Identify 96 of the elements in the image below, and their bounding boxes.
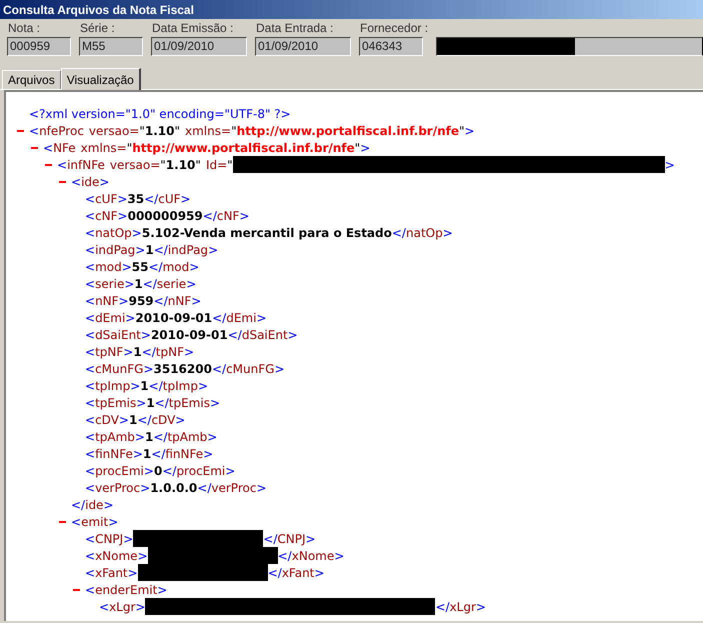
xml-tag: > <box>664 156 675 174</box>
element-value: 1.0.0.0 <box>150 480 198 496</box>
field-label: Fornecedor : <box>360 21 428 37</box>
xml-tag: <tpImp> <box>85 376 140 394</box>
xml-tag: </xNome> <box>278 546 344 564</box>
xml-tag: <dSaiEnt> <box>85 326 151 344</box>
xml-tag: </dSaiEnt> <box>228 326 298 344</box>
xml-tag: <cDV> <box>85 410 129 428</box>
read-only-field: M55 <box>79 37 143 56</box>
element-value: 2010-09-01 <box>135 310 212 326</box>
xml-tag: </tpImp> <box>148 376 208 394</box>
xml-tag: </ide> <box>71 496 114 514</box>
attribute-name: versao= <box>88 122 140 140</box>
xml-tag: </nNF> <box>154 292 202 310</box>
xml-tag: <tpEmis> <box>85 394 146 412</box>
read-only-field: 046343 <box>359 37 423 56</box>
xml-tag: <CNPJ> <box>85 530 134 548</box>
xml-tag: </tpNF> <box>142 342 194 360</box>
field-label: Nota : <box>8 21 42 37</box>
xml-tag: </cUF> <box>144 190 191 208</box>
xml-tag: </xFant> <box>268 564 324 582</box>
xml-tag: <procEmi> <box>85 462 154 480</box>
xml-tag: </xLgr> <box>435 598 486 616</box>
xml-tag: <ide> <box>71 172 110 190</box>
attribute-name: versao= <box>110 156 160 174</box>
xml-tag: </tpAmb> <box>153 428 218 446</box>
xml-tag: </mod> <box>148 258 200 276</box>
xml-tag: <xNome> <box>85 546 148 564</box>
xml-tag: </serie> <box>142 274 196 292</box>
tab[interactable]: Visualização <box>60 68 141 90</box>
element-value: 1 <box>145 242 154 258</box>
xml-tag: <verProc> <box>85 478 150 496</box>
tab[interactable]: Arquivos <box>2 70 61 89</box>
attribute-name: Id= <box>206 156 228 174</box>
attribute-value: " <box>227 156 233 174</box>
xml-tag: <tpNF> <box>85 342 134 360</box>
element-value: 1 <box>133 344 142 360</box>
element-value: 1 <box>128 412 138 428</box>
attribute-name: xmlns= <box>185 122 232 140</box>
xml-tag: <emit> <box>71 512 118 530</box>
xml-tag: </procEmi> <box>162 462 236 480</box>
element-value: 1 <box>134 276 143 292</box>
xml-tag: <dEmi> <box>85 308 136 326</box>
xml-tag: </dEmi> <box>212 308 267 326</box>
xml-tag: </verProc> <box>197 478 266 496</box>
xml-declaration: <?xml version="1.0" encoding="UTF-8" ?> <box>29 106 291 122</box>
element-value: 1 <box>144 428 154 446</box>
element-value: 1 <box>146 394 155 412</box>
element-value: 000000959 <box>128 208 203 224</box>
xml-tag: <cUF> <box>85 190 128 208</box>
xml-tag: </indPag> <box>154 240 218 258</box>
xml-tag: </tpEmis> <box>154 394 220 412</box>
attribute-value: "1.10" <box>139 122 180 140</box>
read-only-field: 01/09/2010 <box>151 37 247 56</box>
xml-tag: <cMunFG> <box>85 360 154 378</box>
field-label: Data Emissão : <box>152 21 234 37</box>
element-value: 2010-09-01 <box>150 326 228 344</box>
xml-tag: <indPag> <box>85 240 146 258</box>
xml-tag: <serie> <box>85 274 134 292</box>
element-value: 3516200 <box>154 360 212 378</box>
element-value: 959 <box>128 292 154 310</box>
xml-tag: </natOp> <box>392 224 453 242</box>
xml-tag: <finNFe> <box>85 444 143 462</box>
xml-tag: <enderEmit> <box>85 580 168 598</box>
xml-tag: > <box>360 138 370 156</box>
xml-tag: <tpAmb> <box>85 428 145 446</box>
xml-tag: </cNF> <box>202 206 250 224</box>
element-value: 1 <box>142 446 152 462</box>
xml-tag: <xLgr> <box>99 598 146 616</box>
field-label: Data Entrada : <box>256 21 334 37</box>
attribute-value: "http://www.portalfiscal.inf.br/nfe" <box>126 140 360 156</box>
xml-tag: <nNF> <box>85 292 129 310</box>
xml-tag: <nfeProc <box>29 122 84 140</box>
element-value: 0 <box>154 462 162 480</box>
element-value: 35 <box>127 190 144 208</box>
element-value: 1 <box>140 378 149 394</box>
xml-tag: <cNF> <box>85 206 128 224</box>
xml-tag: <natOp> <box>85 224 142 242</box>
xml-tag: <infNFe <box>57 156 105 174</box>
xml-tag: </finNFe> <box>151 444 214 462</box>
xml-tag: <mod> <box>85 258 132 276</box>
xml-tag: </cMunFG> <box>212 360 284 378</box>
xml-tag: > <box>464 122 475 140</box>
attribute-value: "1.10" <box>160 156 201 174</box>
element-value: 5.102-Venda mercantil para o Estado <box>142 224 392 242</box>
xml-tag: </CNPJ> <box>263 530 316 548</box>
read-only-field: 000959 <box>7 37 71 56</box>
attribute-value: "http://www.portalfiscal.inf.br/nfe" <box>231 122 465 140</box>
field-label: Série : <box>80 21 116 37</box>
xml-tag: <NFe <box>43 138 76 156</box>
xml-tag: <xFant> <box>85 564 138 582</box>
window-title: Consulta Arquivos da Nota Fiscal <box>3 4 194 16</box>
attribute-name: xmlns= <box>80 140 127 156</box>
xml-tag: </cDV> <box>137 410 186 428</box>
read-only-field: 01/09/2010 <box>255 37 351 56</box>
element-value: 55 <box>132 258 148 276</box>
